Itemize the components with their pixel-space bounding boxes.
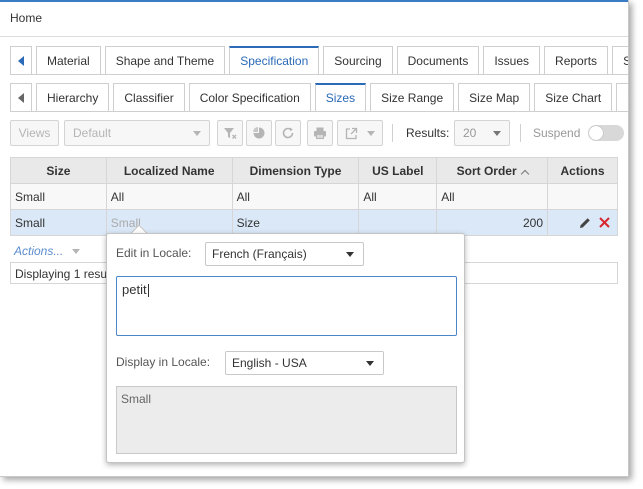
tab-sourcing[interactable]: Sourcing [323,46,393,74]
chart-button[interactable] [246,120,272,146]
column-header-size[interactable]: Size [10,157,107,184]
sizes-grid: Size Localized Name Dimension Type US La… [10,157,618,236]
chevron-down-icon [366,360,374,366]
grid-header-row: Size Localized Name Dimension Type US La… [10,157,618,184]
view-select-value: Default [73,126,112,140]
views-button[interactable]: Views [10,120,59,146]
subtab-size-overflow[interactable]: Si [616,83,628,111]
pie-chart-icon [253,127,265,139]
export-menu-button[interactable] [337,120,383,146]
clear-filter-button[interactable] [217,120,243,146]
external-link-icon [345,127,358,139]
display-locale-preview-text: Small [121,392,152,406]
subtab-hierarchy[interactable]: Hierarchy [36,83,110,111]
printer-icon [314,127,326,139]
table-row[interactable]: Small Small Size 200 [10,209,618,236]
subtab-classifier[interactable]: Classifier [113,83,185,111]
delete-x-icon[interactable] [598,216,611,229]
cell-localized-name[interactable]: Small [105,209,233,236]
localized-name-input[interactable]: petit [116,276,457,336]
toolbar-divider [520,124,521,142]
tab-specification[interactable]: Specification [229,46,320,74]
suspend-toggle[interactable] [588,125,624,141]
edit-locale-select[interactable]: French (Français) [205,242,364,266]
column-header-localized-name[interactable]: Localized Name [105,157,233,184]
tab-scroll-left-button[interactable] [10,46,32,74]
filter-row: Small All All All All [10,183,618,210]
chevron-down-icon [72,248,81,254]
display-locale-select[interactable]: English - USA [225,351,384,375]
chevron-down-icon [493,130,501,136]
suspend-label: Suspend [533,126,581,140]
tab-security[interactable]: Se [612,46,628,74]
subtab-size-map[interactable]: Size Map [458,83,531,111]
refresh-icon [282,127,294,139]
results-select-value: 20 [463,126,477,140]
result-count: Displaying 1 result [15,267,114,281]
column-header-us-label[interactable]: US Label [358,157,438,184]
text-cursor [147,284,149,298]
results-select[interactable]: 20 [454,120,510,146]
actions-menu-label: Actions... [14,244,64,258]
subtab-size-range[interactable]: Size Range [370,83,455,111]
view-select[interactable]: Default [64,120,210,146]
display-locale-preview: Small [116,386,457,454]
subtab-size-chart[interactable]: Size Chart [534,83,613,111]
column-header-actions: Actions [547,157,618,184]
tab-shape-and-theme[interactable]: Shape and Theme [104,46,226,74]
refresh-button[interactable] [275,120,301,146]
cell-actions [547,209,618,236]
sort-ascending-icon [520,169,529,178]
localized-name-popup: Edit in Locale: French (Français) petit … [106,233,465,463]
sort-order-header-label: Sort Order [456,163,517,178]
chevron-down-icon [367,130,375,136]
app-window: Home Material Shape and Theme Specificat… [0,0,629,477]
results-label: Results: [406,126,450,140]
toolbar-divider [392,124,393,142]
breadcrumb-home[interactable]: Home [10,11,42,25]
subtab-sizes[interactable]: Sizes [314,83,367,111]
header-divider [0,36,628,37]
edit-locale-label: Edit in Locale: [116,246,192,260]
top-accent-bar [0,0,628,2]
filter-size[interactable]: Small [10,183,107,210]
chevron-down-icon [193,130,201,136]
secondary-tab-baseline [10,111,628,112]
cell-sort-order[interactable]: 200 [436,209,548,236]
filter-actions [547,183,618,210]
tab-documents[interactable]: Documents [396,46,480,74]
chevron-down-icon [346,251,354,257]
localized-name-input-value: petit [122,282,147,297]
column-header-sort-order[interactable]: Sort Order [436,157,548,184]
filter-dimension-type[interactable]: All [231,183,360,210]
secondary-tab-bar: Hierarchy Classifier Color Specification… [10,83,628,111]
cell-us-label[interactable] [358,209,438,236]
tab-issues[interactable]: Issues [483,46,541,74]
column-header-dimension-type[interactable]: Dimension Type [231,157,360,184]
tab-material[interactable]: Material [36,46,101,74]
print-button[interactable] [307,120,333,146]
grid-toolbar: Views Default Results: 20 Suspend [10,120,628,146]
filter-clear-icon [224,128,237,139]
subtab-color-specification[interactable]: Color Specification [188,83,311,111]
display-locale-value: English - USA [232,356,307,370]
edit-locale-value: French (Français) [212,247,307,261]
primary-tab-baseline [10,74,628,75]
edit-pencil-icon[interactable] [578,216,592,230]
cell-dimension-type[interactable]: Size [231,209,360,236]
display-locale-label: Display in Locale: [116,355,211,369]
primary-tab-bar: Material Shape and Theme Specification S… [10,46,628,74]
subtab-scroll-left-button[interactable] [10,83,32,111]
actions-menu[interactable]: Actions... [14,244,81,258]
tab-reports[interactable]: Reports [544,46,609,74]
cell-size[interactable]: Small [10,209,107,236]
toggle-knob [589,126,603,140]
filter-localized-name[interactable]: All [105,183,233,210]
filter-us-label[interactable]: All [358,183,438,210]
filter-sort-order[interactable]: All [436,183,548,210]
